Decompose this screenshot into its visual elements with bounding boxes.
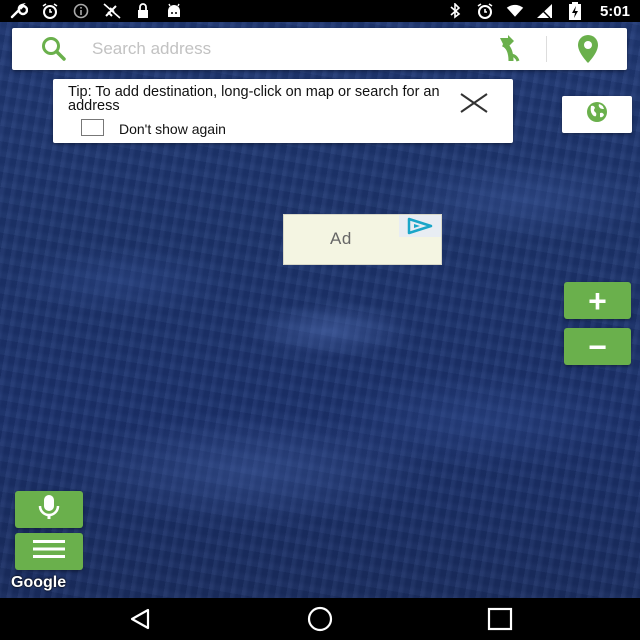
zoom-in-button[interactable]: + — [564, 282, 631, 319]
bluetooth-icon — [446, 3, 464, 19]
ad-label: Ad — [330, 229, 352, 248]
microphone-icon — [35, 493, 63, 526]
wifi-icon — [506, 3, 524, 19]
alarm-icon — [41, 3, 59, 19]
android-icon — [165, 3, 183, 19]
alarm-icon — [476, 3, 494, 19]
search-divider — [546, 36, 547, 62]
search-icon[interactable] — [34, 29, 74, 69]
menu-button[interactable] — [15, 533, 83, 570]
status-time: 5:01 — [599, 2, 630, 20]
location-pin-icon[interactable] — [572, 34, 604, 64]
home-icon[interactable] — [305, 606, 335, 632]
search-input[interactable] — [92, 39, 452, 59]
google-attribution: Google — [11, 574, 67, 591]
globe-icon — [585, 100, 609, 129]
battery-charging-icon — [566, 2, 584, 20]
voice-search-button[interactable] — [15, 491, 83, 528]
dont-show-again-checkbox[interactable] — [81, 119, 104, 136]
tip-popup: Tip: To add destination, long-click on m… — [53, 79, 513, 143]
ad-banner[interactable]: Ad — [283, 214, 442, 265]
recents-icon[interactable] — [485, 606, 515, 632]
back-icon[interactable] — [126, 606, 156, 632]
status-left-icons — [10, 3, 183, 19]
lock-icon — [134, 3, 152, 19]
dont-show-again-label: Don't show again — [119, 121, 226, 137]
status-bar: 5:01 — [0, 0, 640, 22]
signal-icon — [536, 3, 554, 19]
close-icon[interactable] — [458, 87, 490, 119]
directions-icon[interactable] — [492, 34, 524, 64]
status-right-icons: 5:01 — [446, 2, 630, 20]
hamburger-menu-icon — [31, 538, 67, 565]
map-type-button[interactable] — [562, 96, 632, 133]
info-icon — [72, 3, 90, 19]
navigation-bar — [0, 598, 640, 640]
tip-text: Tip: To add destination, long-click on m… — [68, 84, 440, 114]
search-bar — [12, 28, 627, 70]
zoom-out-button[interactable]: − — [564, 328, 631, 365]
gps-off-icon — [103, 3, 121, 19]
wrench-icon — [10, 3, 28, 19]
adchoices-icon[interactable] — [399, 215, 441, 237]
